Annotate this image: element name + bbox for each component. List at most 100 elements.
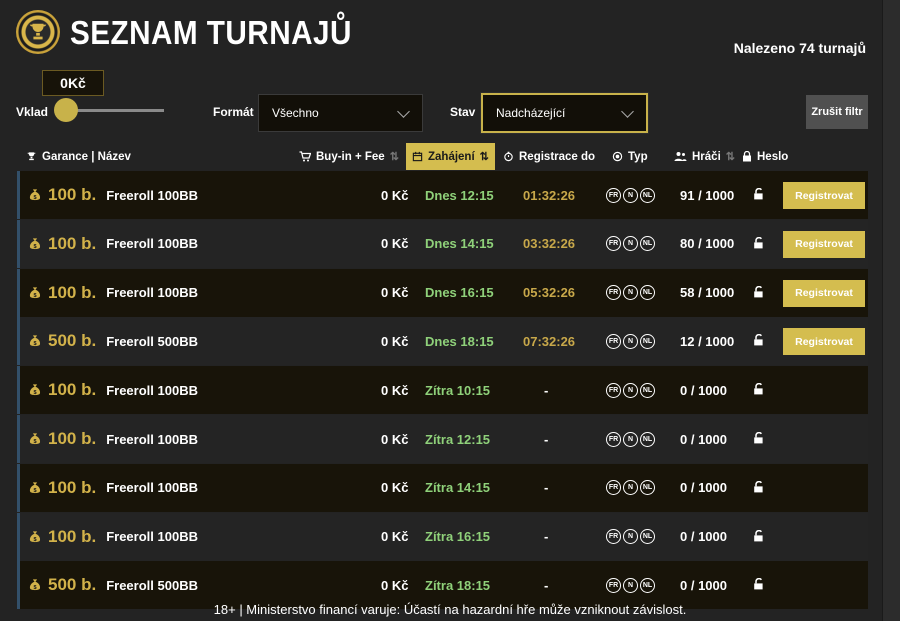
guarantee-cell: $100 b. Freeroll 100BB <box>28 234 198 254</box>
type-badge: N <box>623 382 638 398</box>
trophy-icon <box>27 152 36 161</box>
tournament-name[interactable]: Freeroll 100BB <box>106 383 198 398</box>
trophy-logo <box>16 10 60 54</box>
deposit-slider-thumb[interactable] <box>54 98 78 122</box>
registration-until: 03:32:26 <box>523 236 576 252</box>
type-badges: FR N NL <box>606 236 655 252</box>
type-badge: NL <box>640 236 655 252</box>
col-buyin[interactable]: Buy-in + Fee ⇅ <box>299 143 399 170</box>
deposit-label: Vklad <box>16 105 49 119</box>
reset-filter-button[interactable]: Zrušit filtr <box>806 95 868 129</box>
type-badge: FR <box>606 187 621 203</box>
buyin-value: 0 Kč <box>381 382 409 398</box>
tournament-name[interactable]: Freeroll 100BB <box>106 188 198 203</box>
type-badge: NL <box>640 577 655 593</box>
lock-icon <box>743 151 751 162</box>
col-start[interactable]: Zahájení ⇅ <box>406 143 495 170</box>
register-button[interactable]: Registrovat <box>783 328 865 356</box>
registration-until: - <box>544 577 549 593</box>
type-badge: NL <box>640 333 655 349</box>
cart-icon <box>299 151 311 162</box>
unlock-icon <box>753 187 765 203</box>
type-badges: FR N NL <box>606 577 655 593</box>
buyin-value: 0 Kč <box>381 431 409 447</box>
money-bag-icon: $ <box>29 238 41 250</box>
type-badge: N <box>623 333 638 349</box>
chevron-down-icon <box>621 105 634 118</box>
money-bag-icon: $ <box>29 482 41 494</box>
col-type[interactable]: Typ <box>612 143 648 170</box>
col-guarantee[interactable]: Garance | Název <box>26 143 131 170</box>
col-guarantee-label: Garance | Název <box>42 150 131 163</box>
money-bag-icon: $ <box>29 335 41 348</box>
table-row[interactable]: $100 b. Freeroll 100BB 0 Kč Dnes 12:15 01:32… <box>17 171 868 219</box>
register-button[interactable]: Registrovat <box>783 230 865 258</box>
sort-asc-icon: ⇅ <box>479 151 489 163</box>
table-row[interactable]: $100 b. Freeroll 100BB 0 Kč Zítra 16:15- FR N… <box>17 512 868 561</box>
type-badge: N <box>623 431 638 447</box>
register-button[interactable]: Registrovat <box>783 279 865 307</box>
type-badge: NL <box>640 285 655 301</box>
calendar-icon <box>412 151 423 162</box>
tournament-name[interactable]: Freeroll 100BB <box>106 480 198 495</box>
guarantee-cell: $500 b. Freeroll 500BB <box>28 331 198 351</box>
table-row[interactable]: $100 b. Freeroll 100BB 0 Kč Dnes 16:15 05:32… <box>17 268 868 317</box>
type-badge: N <box>623 285 638 301</box>
tournament-name[interactable]: Freeroll 100BB <box>106 432 198 447</box>
money-bag-icon: $ <box>29 579 41 592</box>
unlock-icon <box>753 383 765 398</box>
col-password[interactable]: Heslo <box>742 143 788 170</box>
tournament-name[interactable]: Freeroll 100BB <box>106 236 198 251</box>
start-time: Dnes 16:15 <box>425 285 494 301</box>
table-row[interactable]: $100 b. Freeroll 100BB 0 Kč Zítra 14:15- FR N… <box>17 463 868 512</box>
guarantee-cell: $100 b. Freeroll 100BB <box>28 429 198 449</box>
registration-until: - <box>544 529 549 545</box>
table-row[interactable]: $100 b. Freeroll 100BB 0 Kč Dnes 14:15 03:32… <box>17 219 868 268</box>
tournament-name[interactable]: Freeroll 100BB <box>106 529 198 544</box>
tournament-name[interactable]: Freeroll 500BB <box>106 578 198 593</box>
start-time: Zítra 18:15 <box>425 577 491 593</box>
tournament-name[interactable]: Freeroll 500BB <box>106 334 198 349</box>
buyin-value: 0 Kč <box>381 577 409 593</box>
type-badges: FR N NL <box>606 529 655 545</box>
registration-until: 07:32:26 <box>523 333 576 349</box>
table-row[interactable]: $500 b. Freeroll 500BB 0 Kč Dnes 18:15 07:32… <box>17 317 868 366</box>
buyin-value: 0 Kč <box>381 529 409 545</box>
start-time: Dnes 18:15 <box>425 333 494 349</box>
players-count: 0 / 1000 <box>680 382 727 398</box>
format-label: Formát <box>213 105 254 119</box>
guarantee-cell: $100 b. Freeroll 100BB <box>28 527 198 547</box>
type-badge: NL <box>640 480 655 496</box>
col-registration[interactable]: Registrace do <box>503 143 595 170</box>
table-row[interactable]: $100 b. Freeroll 100BB 0 Kč Zítra 10:15- FR N… <box>17 366 868 415</box>
page-scrollbar[interactable] <box>882 0 900 621</box>
tournament-name[interactable]: Freeroll 100BB <box>106 285 198 300</box>
register-button[interactable]: Registrovat <box>783 182 865 209</box>
table-row[interactable]: $100 b. Freeroll 100BB 0 Kč Zítra 12:15- FR N… <box>17 415 868 463</box>
status-select[interactable]: Nadcházející <box>480 92 649 134</box>
registration-until: - <box>544 382 549 398</box>
col-players[interactable]: Hráči ⇅ <box>674 143 735 170</box>
type-badges: FR N NL <box>606 382 655 398</box>
money-bag-icon: $ <box>29 433 41 445</box>
start-time: Dnes 14:15 <box>425 236 494 252</box>
page-title: SEZNAM TURNAJŮ <box>70 14 352 51</box>
money-bag-icon: $ <box>29 530 41 543</box>
guarantee-amount: 100 b. <box>48 526 97 546</box>
type-badge: N <box>623 187 638 203</box>
type-badges: FR N NL <box>606 285 655 301</box>
type-badges: FR N NL <box>606 333 655 349</box>
type-badge: N <box>623 480 638 496</box>
sort-icon: ⇅ <box>725 151 735 163</box>
unlock-icon <box>753 431 765 447</box>
type-badge: NL <box>640 382 655 398</box>
players-count: 0 / 1000 <box>680 431 727 447</box>
format-select[interactable]: Všechno <box>258 94 423 132</box>
status-label: Stav <box>450 105 476 119</box>
players-count: 0 / 1000 <box>680 480 727 496</box>
type-badge: N <box>623 577 638 593</box>
start-time: Zítra 14:15 <box>425 480 491 496</box>
type-badge: NL <box>640 529 655 545</box>
type-badges: FR N NL <box>606 187 655 203</box>
chevron-down-icon <box>397 105 410 118</box>
